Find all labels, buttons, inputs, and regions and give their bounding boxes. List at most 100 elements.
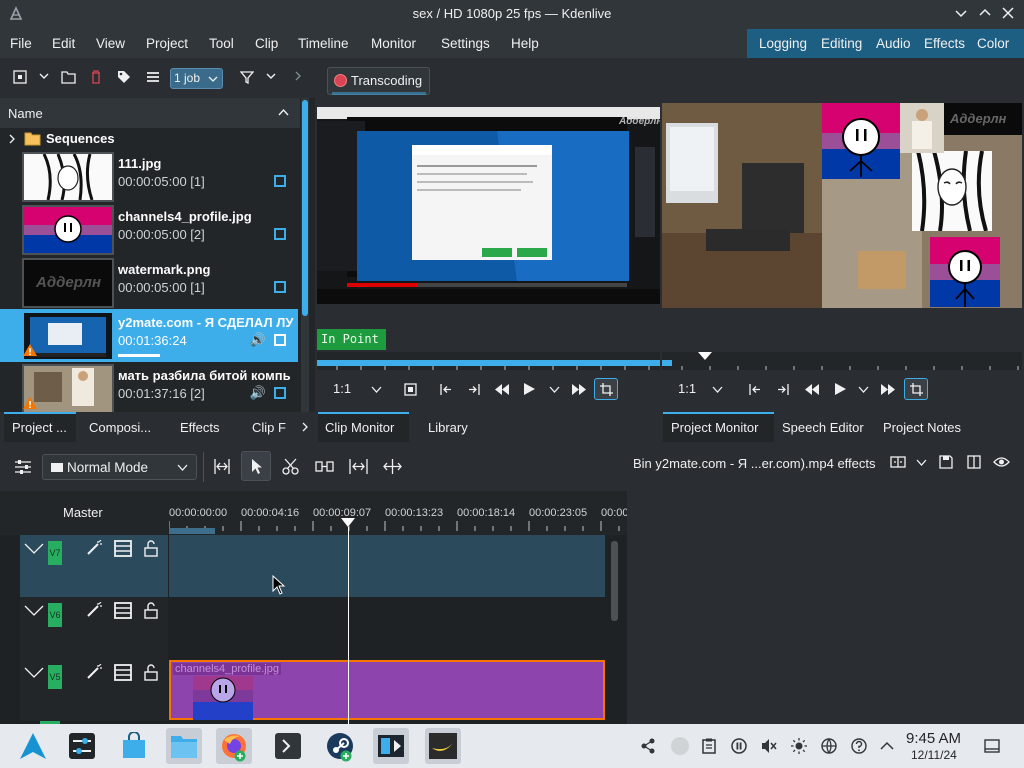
crop-toggle[interactable] bbox=[904, 378, 928, 400]
transcoding-button[interactable]: Transcoding bbox=[327, 67, 430, 95]
timeline-zone[interactable] bbox=[169, 528, 215, 534]
track-header-v5[interactable]: V5 bbox=[20, 659, 168, 721]
network-share-icon[interactable] bbox=[640, 738, 656, 754]
tab-project-bin[interactable]: Project ... bbox=[4, 412, 76, 442]
clip-row-selected[interactable]: y2mate.com - Я СДЕЛАЛ ЛУ 00:01:36:24 🔊 bbox=[0, 309, 298, 362]
taskbar-media-player[interactable] bbox=[425, 728, 461, 764]
start-menu-icon[interactable] bbox=[18, 731, 48, 761]
chevron-down-icon[interactable] bbox=[549, 385, 560, 395]
project-zoom-combo[interactable]: 1:1 bbox=[678, 381, 696, 396]
close-icon[interactable] bbox=[1002, 6, 1014, 22]
scrollbar-handle[interactable] bbox=[302, 100, 308, 316]
fast-forward-icon[interactable] bbox=[880, 383, 896, 396]
help-icon[interactable] bbox=[851, 738, 867, 754]
edit-mode-combo[interactable]: Normal Mode bbox=[42, 454, 197, 480]
clip-monitor-view[interactable]: Аддерлн bbox=[317, 107, 660, 304]
effects-wand-icon[interactable] bbox=[86, 540, 102, 556]
timeline-clip[interactable]: channels4_profile.jpg bbox=[169, 660, 605, 720]
set-in-icon[interactable] bbox=[748, 383, 762, 396]
menu-settings[interactable]: Settings bbox=[441, 36, 490, 51]
playhead-marker[interactable] bbox=[341, 518, 355, 527]
status-circle-icon[interactable] bbox=[670, 736, 690, 756]
scrollbar-handle[interactable] bbox=[611, 541, 618, 621]
roll-tool-icon[interactable] bbox=[383, 458, 402, 475]
taskbar-steam[interactable] bbox=[322, 728, 358, 764]
tab-speech-editor[interactable]: Speech Editor bbox=[782, 412, 864, 442]
chevron-down-icon[interactable] bbox=[712, 385, 723, 395]
collapse-track-icon[interactable] bbox=[24, 605, 44, 617]
show-desktop-icon[interactable] bbox=[984, 738, 1000, 754]
tag-icon[interactable] bbox=[116, 70, 132, 86]
film-strip-icon[interactable] bbox=[114, 540, 132, 557]
show-hidden-icons-chevron-up-icon[interactable] bbox=[879, 738, 895, 754]
track-header-v6[interactable]: V6 bbox=[20, 597, 168, 659]
add-clip-icon[interactable] bbox=[12, 70, 28, 86]
chevron-down-icon[interactable] bbox=[371, 385, 382, 395]
clip-row[interactable]: мать разбила битой компь 00:01:37:16 [2]… bbox=[0, 362, 298, 415]
effects-wand-icon[interactable] bbox=[86, 664, 102, 680]
layout-audio[interactable]: Audio bbox=[876, 36, 911, 51]
rewind-icon[interactable] bbox=[494, 383, 510, 396]
lock-icon[interactable] bbox=[144, 602, 158, 619]
chevron-down-icon[interactable] bbox=[36, 70, 52, 86]
eye-icon[interactable] bbox=[993, 456, 1010, 468]
add-folder-icon[interactable] bbox=[60, 70, 76, 86]
tab-project-monitor[interactable]: Project Monitor bbox=[663, 412, 774, 442]
filter-icon[interactable] bbox=[239, 70, 255, 86]
lock-icon[interactable] bbox=[144, 664, 158, 681]
ripple-tool-icon[interactable] bbox=[349, 458, 368, 475]
selection-tool-button[interactable] bbox=[241, 451, 271, 481]
set-in-icon[interactable] bbox=[439, 383, 453, 396]
spacer-tool-icon[interactable] bbox=[213, 458, 231, 475]
lock-icon[interactable] bbox=[144, 540, 158, 557]
chevron-down-icon[interactable] bbox=[858, 385, 869, 395]
chevron-right-icon[interactable] bbox=[290, 70, 306, 86]
menu-edit[interactable]: Edit bbox=[52, 36, 75, 51]
project-monitor-view[interactable]: Аддерлн bbox=[662, 103, 1022, 308]
set-out-icon[interactable] bbox=[467, 383, 481, 396]
tab-library[interactable]: Library bbox=[428, 412, 468, 442]
taskbar-system-settings[interactable] bbox=[64, 728, 100, 764]
delete-icon[interactable] bbox=[88, 70, 104, 86]
expand-arrow-icon[interactable] bbox=[8, 134, 16, 144]
layout-logging[interactable]: Logging bbox=[759, 36, 807, 51]
menu-file[interactable]: File bbox=[10, 36, 32, 51]
jobs-combo[interactable]: 1 job bbox=[170, 68, 223, 89]
film-strip-icon[interactable] bbox=[114, 602, 132, 619]
layout-color[interactable]: Color bbox=[977, 36, 1009, 51]
tab-clip-properties[interactable]: Clip F bbox=[252, 412, 286, 442]
chevron-right-icon[interactable] bbox=[300, 422, 310, 432]
clip-zoom-combo[interactable]: 1:1 bbox=[333, 381, 351, 396]
set-out-icon[interactable] bbox=[776, 383, 790, 396]
compare-icon[interactable] bbox=[890, 456, 906, 468]
clip-row[interactable]: channels4_profile.jpg 00:00:05:00 [2] bbox=[0, 203, 298, 256]
menu-view[interactable]: View bbox=[96, 36, 125, 51]
maximize-icon[interactable] bbox=[979, 6, 991, 22]
clock-time[interactable]: 9:45 AM bbox=[906, 730, 961, 747]
film-strip-icon[interactable] bbox=[114, 664, 132, 681]
menu-timeline[interactable]: Timeline bbox=[298, 36, 349, 51]
timeline-ruler[interactable]: 00:00:00:00 00:00:04:16 00:00:09:07 00:0… bbox=[169, 491, 629, 535]
minimize-icon[interactable] bbox=[955, 6, 967, 22]
chevron-down-icon[interactable] bbox=[263, 70, 279, 86]
track-config-icon[interactable] bbox=[14, 459, 32, 475]
clipboard-icon[interactable] bbox=[701, 738, 717, 754]
bin-scrollbar[interactable] bbox=[301, 98, 309, 412]
menu-project[interactable]: Project bbox=[146, 36, 188, 51]
media-pause-icon[interactable] bbox=[731, 738, 747, 754]
taskbar-konsole[interactable] bbox=[270, 728, 306, 764]
folder-row[interactable]: Sequences bbox=[0, 128, 298, 150]
timeline-scrollbar[interactable] bbox=[608, 535, 622, 724]
rewind-icon[interactable] bbox=[804, 383, 820, 396]
track-lane-v5[interactable]: channels4_profile.jpg bbox=[169, 659, 605, 721]
playhead-line[interactable] bbox=[348, 527, 349, 724]
tab-clip-monitor[interactable]: Clip Monitor bbox=[318, 412, 409, 442]
chevron-down-icon[interactable] bbox=[916, 458, 927, 468]
tab-effects[interactable]: Effects bbox=[180, 412, 220, 442]
sort-up-icon[interactable] bbox=[278, 108, 289, 118]
crop-toggle[interactable] bbox=[594, 378, 618, 400]
layout-editing[interactable]: Editing bbox=[821, 36, 862, 51]
collapse-track-icon[interactable] bbox=[24, 667, 44, 679]
collapse-track-icon[interactable] bbox=[24, 543, 44, 555]
taskbar-firefox[interactable] bbox=[216, 728, 252, 764]
